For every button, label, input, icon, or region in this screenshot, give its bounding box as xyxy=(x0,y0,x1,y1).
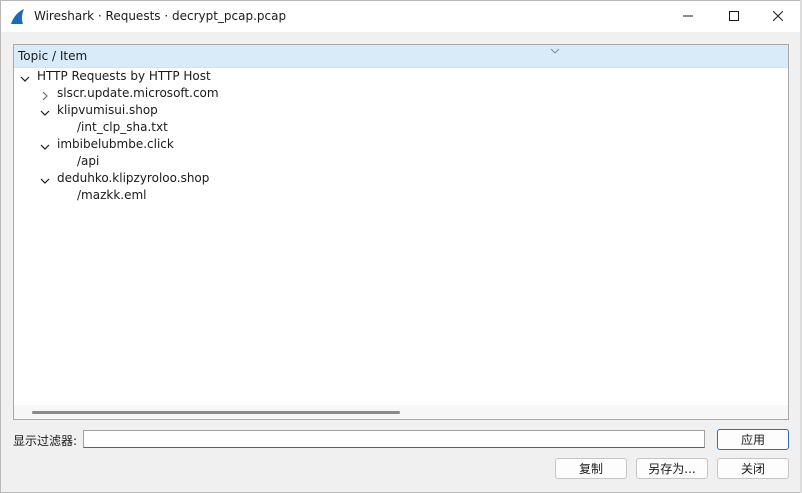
tree-row[interactable]: deduhko.klipzyroloo.shop xyxy=(14,170,784,187)
requests-dialog: Wireshark · Requests · decrypt_pcap.pcap… xyxy=(0,0,802,493)
column-header-label: Topic / Item xyxy=(18,49,88,63)
tree-row-label: HTTP Requests by HTTP Host xyxy=(37,69,211,83)
tree-row[interactable]: /mazkk.eml xyxy=(14,187,784,204)
close-button-label: 关闭 xyxy=(740,462,765,476)
close-icon xyxy=(772,10,784,24)
apply-button[interactable]: 应用 xyxy=(717,429,789,450)
window-title: Wireshark · Requests · decrypt_pcap.pcap xyxy=(34,9,287,23)
tree-row[interactable]: slscr.update.microsoft.com xyxy=(14,85,784,102)
tree-row-label: deduhko.klipzyroloo.shop xyxy=(57,171,210,185)
tree-row-label: imbibelubmbe.click xyxy=(57,137,174,151)
close-button[interactable]: 关闭 xyxy=(717,458,789,479)
tree-row[interactable]: klipvumisui.shop xyxy=(14,102,784,119)
minimize-button[interactable] xyxy=(665,1,711,32)
display-filter-label: 显示过滤器: xyxy=(13,434,78,448)
close-window-button[interactable] xyxy=(755,1,801,32)
display-filter-input[interactable] xyxy=(83,430,705,448)
requests-tree[interactable]: Topic / Item HTTP Requests by HTTP Host s… xyxy=(13,44,789,420)
tree-row-label: slscr.update.microsoft.com xyxy=(57,86,219,100)
tree-row[interactable]: HTTP Requests by HTTP Host xyxy=(14,68,784,85)
copy-button[interactable]: 复制 xyxy=(555,458,627,479)
chevron-down-icon[interactable] xyxy=(40,106,50,116)
maximize-button[interactable] xyxy=(711,1,757,32)
scrollbar-thumb[interactable] xyxy=(32,411,400,414)
maximize-icon xyxy=(729,10,739,24)
tree-row[interactable]: imbibelubmbe.click xyxy=(14,136,784,153)
chevron-right-icon[interactable] xyxy=(40,89,50,101)
chevron-down-icon[interactable] xyxy=(40,174,50,184)
wireshark-fin-icon xyxy=(9,8,27,26)
chevron-down-icon[interactable] xyxy=(40,140,50,150)
horizontal-scrollbar[interactable] xyxy=(14,405,788,419)
tree-column-header[interactable]: Topic / Item xyxy=(14,45,788,68)
tree-row-label: /api xyxy=(77,154,100,168)
minimize-icon xyxy=(683,10,693,24)
title-bar[interactable]: Wireshark · Requests · decrypt_pcap.pcap xyxy=(1,1,801,32)
copy-button-label: 复制 xyxy=(578,462,603,476)
chevron-down-icon[interactable] xyxy=(20,72,30,82)
tree-row[interactable]: /int_clp_sha.txt xyxy=(14,119,784,136)
save-as-button[interactable]: 另存为... xyxy=(636,458,708,479)
tree-row-label: /int_clp_sha.txt xyxy=(77,120,168,134)
save-as-button-label: 另存为... xyxy=(648,462,696,476)
apply-button-label: 应用 xyxy=(740,433,765,447)
tree-row[interactable]: /api xyxy=(14,153,784,170)
tree-row-label: klipvumisui.shop xyxy=(57,103,158,117)
tree-row-label: /mazkk.eml xyxy=(77,188,147,202)
sort-indicator-icon xyxy=(550,43,560,57)
